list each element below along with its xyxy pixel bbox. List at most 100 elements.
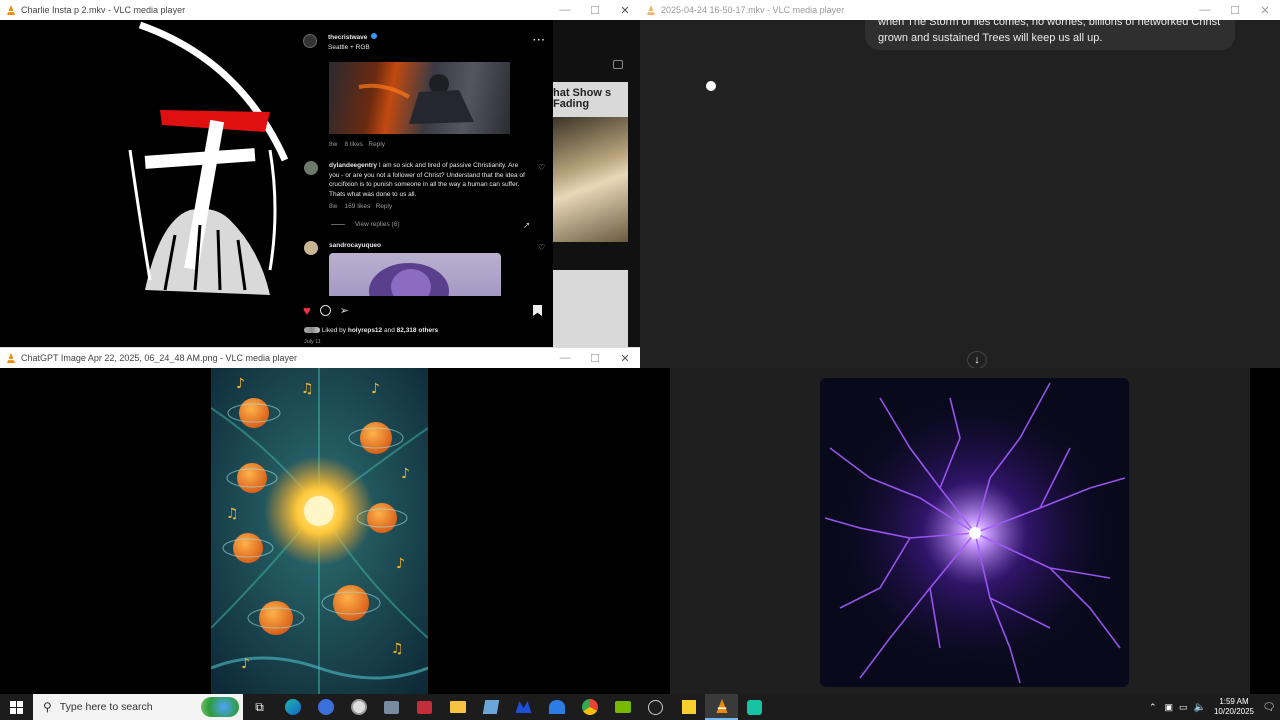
instagram-comments-panel: thecristwave Seattle + RGB ··· 8w 8 like… [295, 25, 553, 347]
svg-text:♪: ♪ [401, 466, 410, 482]
maximize-button[interactable]: ☐ [580, 0, 610, 20]
view-replies-link[interactable]: View replies (6) [355, 221, 400, 228]
title-bar[interactable]: ChatGPT Image Apr 22, 2025, 06_24_48 AM.… [0, 348, 640, 368]
nvidia-icon[interactable] [606, 694, 639, 720]
windows-start-icon[interactable] [0, 694, 33, 720]
bookmark-icon[interactable] [533, 305, 542, 316]
avatar[interactable] [304, 161, 318, 175]
comment-username[interactable]: dylandeegentry [329, 162, 377, 169]
page-icon [613, 60, 623, 69]
reply-likes[interactable]: 8 likes [345, 141, 363, 148]
close-button[interactable]: ✕ [610, 0, 640, 20]
liked-by-prefix: Liked by [321, 327, 347, 334]
heart-filled-icon[interactable]: ♥ [303, 303, 311, 318]
sun-atoms-artwork-image: ♪ ♫ ♪ ♪ ♫ ♪ ♪ ♫ [211, 368, 428, 694]
svg-text:♪: ♪ [396, 556, 405, 572]
more-options-icon[interactable]: ··· [533, 35, 546, 46]
lion-image[interactable] [329, 253, 501, 296]
app-icon[interactable] [408, 694, 441, 720]
comment-age: 8w [329, 203, 338, 210]
title-bar[interactable]: 2025-04-24 16-50-17.mkv - VLC media play… [640, 0, 1280, 20]
chrome-icon[interactable] [573, 694, 606, 720]
mouse-cursor: ➚ [523, 220, 531, 230]
vlc-icon [7, 5, 15, 15]
app-icon[interactable] [474, 694, 507, 720]
video-area[interactable]: thecristwave Seattle + RGB ··· 8w 8 like… [0, 20, 640, 347]
minimize-button[interactable]: — [1190, 0, 1220, 20]
reply-age: 8w [329, 141, 338, 148]
comment-username[interactable]: sandrocayuqueo [329, 242, 381, 249]
vlc-icon[interactable] [705, 694, 738, 720]
network-icon[interactable]: ▣ [1165, 702, 1174, 713]
search-icon: ⚲ [43, 700, 52, 714]
vlc-window-chatgpt-image[interactable]: ChatGPT Image Apr 22, 2025, 06_24_48 AM.… [0, 347, 640, 694]
app-icon[interactable] [738, 694, 771, 720]
app-icon[interactable] [342, 694, 375, 720]
liked-by-avatars [304, 327, 320, 334]
app-icon[interactable] [309, 694, 342, 720]
cursor-dot [706, 81, 716, 91]
sticky-notes-icon[interactable] [672, 694, 705, 720]
clock-time: 1:59 AM [1219, 697, 1249, 706]
display-icon[interactable]: ▭ [1179, 702, 1188, 713]
vlc-window-recording[interactable]: 2025-04-24 16-50-17.mkv - VLC media play… [640, 0, 1280, 368]
liked-by-and: and [383, 327, 395, 334]
window-title: 2025-04-24 16-50-17.mkv - VLC media play… [661, 5, 845, 15]
svg-text:♫: ♫ [391, 641, 404, 657]
side-thumbnail [553, 270, 628, 347]
video-area[interactable]: when The Storm of lies comes, no worries… [640, 20, 1280, 368]
svg-text:♪: ♪ [236, 376, 245, 392]
close-button[interactable]: ✕ [610, 348, 640, 368]
search-input[interactable]: ⚲ Type here to search [33, 694, 243, 720]
edge-icon[interactable] [276, 694, 309, 720]
vlc-window-charlie-insta[interactable]: Charlie Insta p 2.mkv - VLC media player… [0, 0, 640, 347]
liked-by-count[interactable]: 82,318 others [397, 327, 439, 334]
windows-taskbar: ⚲ Type here to search ⧉ ⌃ ▣ ▭ 🔈 1:59 AM … [0, 694, 1280, 720]
avatar[interactable] [304, 241, 318, 255]
app-icon[interactable] [507, 694, 540, 720]
svg-text:♪: ♪ [371, 381, 380, 397]
system-tray: ⌃ ▣ ▭ 🔈 1:59 AM 10/20/2025 🗨 [1149, 694, 1280, 720]
app-icon[interactable] [639, 694, 672, 720]
avatar[interactable] [303, 34, 317, 48]
cross-artwork-image [128, 21, 289, 295]
window-title: ChatGPT Image Apr 22, 2025, 06_24_48 AM.… [21, 353, 298, 363]
reply-image[interactable] [329, 62, 510, 134]
liked-by-user[interactable]: holyreps12 [348, 327, 382, 334]
heart-outline-icon[interactable]: ♡ [538, 243, 545, 252]
comment-likes[interactable]: 169 likes [345, 203, 371, 210]
clock[interactable]: 1:59 AM 10/20/2025 [1210, 697, 1258, 717]
side-headline: hat Show s Fading [553, 82, 628, 117]
vlc-window-video-4[interactable] [640, 368, 1280, 694]
background-page: hat Show s Fading [553, 20, 640, 347]
comment-icon[interactable] [319, 305, 331, 316]
app-icon[interactable] [375, 694, 408, 720]
show-hidden-icons-icon[interactable]: ⌃ [1149, 702, 1157, 713]
window-title: Charlie Insta p 2.mkv - VLC media player [21, 5, 186, 15]
heart-outline-icon[interactable]: ♡ [538, 163, 545, 172]
vlc-icon [7, 353, 15, 363]
notification-icon[interactable]: 🗨 [1258, 702, 1280, 713]
search-placeholder: Type here to search [59, 701, 153, 713]
svg-text:♪: ♪ [241, 656, 250, 672]
share-icon[interactable]: ➢ [340, 304, 349, 317]
maximize-button[interactable]: ☐ [580, 348, 610, 368]
vlc-icon [647, 5, 655, 15]
task-view-icon[interactable]: ⧉ [243, 694, 276, 720]
electric-lightning-image [820, 378, 1129, 687]
title-bar[interactable]: Charlie Insta p 2.mkv - VLC media player… [0, 0, 640, 20]
app-icon[interactable] [540, 694, 573, 720]
volume-icon[interactable]: 🔈 [1194, 702, 1206, 713]
scroll-down-button[interactable]: ↓ [967, 351, 987, 368]
minimize-button[interactable]: — [550, 0, 580, 20]
side-thumbnail [553, 117, 628, 242]
reply-link[interactable]: Reply [376, 203, 393, 210]
reply-link[interactable]: Reply [368, 141, 385, 148]
video-area[interactable]: ♪ ♫ ♪ ♪ ♫ ♪ ♪ ♫ [0, 368, 640, 694]
minimize-button[interactable]: — [550, 348, 580, 368]
maximize-button[interactable]: ☐ [1220, 0, 1250, 20]
file-explorer-icon[interactable] [441, 694, 474, 720]
close-button[interactable]: ✕ [1250, 0, 1280, 20]
video-area[interactable] [670, 368, 1250, 694]
poster-username[interactable]: thecristwave [328, 34, 367, 41]
